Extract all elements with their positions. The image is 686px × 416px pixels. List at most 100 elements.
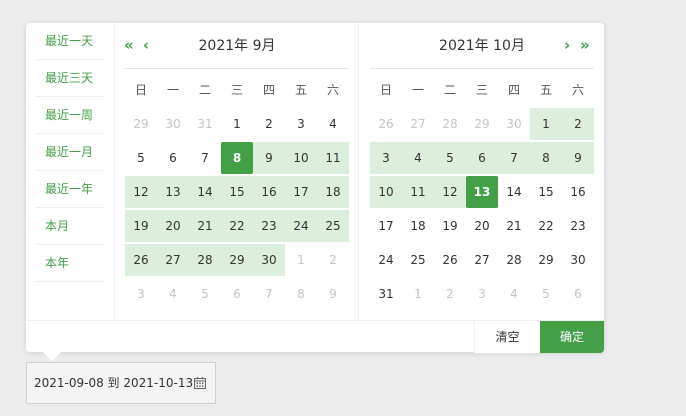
day-oct-16[interactable]: 16 <box>562 176 594 208</box>
day-oct-10[interactable]: 10 <box>370 176 402 208</box>
shortcut-this-month[interactable]: 本月 <box>36 208 104 245</box>
day-sep-1[interactable]: 1 <box>221 108 253 140</box>
day-oct-20[interactable]: 20 <box>466 210 498 242</box>
day-other-month[interactable]: 7 <box>253 278 285 310</box>
day-sep-11[interactable]: 11 <box>317 142 349 174</box>
day-sep-27[interactable]: 27 <box>157 244 189 276</box>
shortcut-last-year[interactable]: 最近一年 <box>36 171 104 208</box>
day-other-month[interactable]: 2 <box>434 278 466 310</box>
day-sep-6[interactable]: 6 <box>157 142 189 174</box>
day-other-month[interactable]: 1 <box>402 278 434 310</box>
day-sep-13[interactable]: 13 <box>157 176 189 208</box>
day-oct-6[interactable]: 6 <box>466 142 498 174</box>
day-oct-4[interactable]: 4 <box>402 142 434 174</box>
day-other-month[interactable]: 26 <box>370 108 402 140</box>
day-oct-23[interactable]: 23 <box>562 210 594 242</box>
day-other-month[interactable]: 31 <box>189 108 221 140</box>
day-sep-28[interactable]: 28 <box>189 244 221 276</box>
day-other-month[interactable]: 6 <box>562 278 594 310</box>
day-sep-20[interactable]: 20 <box>157 210 189 242</box>
day-other-month[interactable]: 27 <box>402 108 434 140</box>
day-sep-16[interactable]: 16 <box>253 176 285 208</box>
day-sep-30[interactable]: 30 <box>253 244 285 276</box>
day-other-month[interactable]: 5 <box>189 278 221 310</box>
day-oct-8[interactable]: 8 <box>530 142 562 174</box>
day-sep-23[interactable]: 23 <box>253 210 285 242</box>
day-sep-4[interactable]: 4 <box>317 108 349 140</box>
day-other-month[interactable]: 3 <box>125 278 157 310</box>
day-oct-19[interactable]: 19 <box>434 210 466 242</box>
calendar-panel-september: « ‹ 2021年 9月 日一二三四五六 29 30 31 1 2 3 4 5 6 7 8 9 10 11 1… <box>115 23 359 320</box>
day-oct-28[interactable]: 28 <box>498 244 530 276</box>
day-oct-3[interactable]: 3 <box>370 142 402 174</box>
day-sep-5[interactable]: 5 <box>125 142 157 174</box>
day-other-month[interactable]: 29 <box>125 108 157 140</box>
day-sep-21[interactable]: 21 <box>189 210 221 242</box>
next-month-button[interactable]: › <box>564 35 570 55</box>
day-oct-15[interactable]: 15 <box>530 176 562 208</box>
weekday-header: 四 <box>262 83 275 97</box>
day-sep-26[interactable]: 26 <box>125 244 157 276</box>
day-other-month[interactable]: 1 <box>285 244 317 276</box>
day-other-month[interactable]: 30 <box>498 108 530 140</box>
day-oct-24[interactable]: 24 <box>370 244 402 276</box>
day-sep-3[interactable]: 3 <box>285 108 317 140</box>
day-sep-9[interactable]: 9 <box>253 142 285 174</box>
clear-button[interactable]: 清空 <box>474 321 540 353</box>
shortcut-last-three-days[interactable]: 最近三天 <box>36 60 104 97</box>
shortcut-last-month[interactable]: 最近一月 <box>36 134 104 171</box>
day-oct-22[interactable]: 22 <box>530 210 562 242</box>
day-sep-7[interactable]: 7 <box>189 142 221 174</box>
weekday-header: 三 <box>230 83 243 97</box>
date-range-input[interactable]: 2021-09-08 到 2021-10-13 <box>26 362 216 404</box>
day-sep-18[interactable]: 18 <box>317 176 349 208</box>
day-oct-12[interactable]: 12 <box>434 176 466 208</box>
day-sep-12[interactable]: 12 <box>125 176 157 208</box>
day-other-month[interactable]: 6 <box>221 278 253 310</box>
confirm-button[interactable]: 确定 <box>540 321 604 353</box>
day-sep-14[interactable]: 14 <box>189 176 221 208</box>
day-oct-26[interactable]: 26 <box>434 244 466 276</box>
day-other-month[interactable]: 9 <box>317 278 349 310</box>
day-oct-5[interactable]: 5 <box>434 142 466 174</box>
weekday-header: 五 <box>294 83 307 97</box>
day-sep-29[interactable]: 29 <box>221 244 253 276</box>
day-oct-11[interactable]: 11 <box>402 176 434 208</box>
day-sep-24[interactable]: 24 <box>285 210 317 242</box>
day-sep-22[interactable]: 22 <box>221 210 253 242</box>
day-other-month[interactable]: 4 <box>498 278 530 310</box>
day-oct-21[interactable]: 21 <box>498 210 530 242</box>
shortcut-last-week[interactable]: 最近一周 <box>36 97 104 134</box>
day-oct-13[interactable]: 13 <box>466 176 498 208</box>
shortcut-this-year[interactable]: 本年 <box>36 245 104 282</box>
day-oct-29[interactable]: 29 <box>530 244 562 276</box>
day-oct-14[interactable]: 14 <box>498 176 530 208</box>
day-oct-9[interactable]: 9 <box>562 142 594 174</box>
day-sep-2[interactable]: 2 <box>253 108 285 140</box>
day-oct-17[interactable]: 17 <box>370 210 402 242</box>
day-oct-2[interactable]: 2 <box>562 108 594 140</box>
day-oct-31[interactable]: 31 <box>370 278 402 310</box>
day-oct-1[interactable]: 1 <box>530 108 562 140</box>
day-other-month[interactable]: 3 <box>466 278 498 310</box>
day-other-month[interactable]: 30 <box>157 108 189 140</box>
shortcut-last-day[interactable]: 最近一天 <box>36 23 104 60</box>
day-sep-17[interactable]: 17 <box>285 176 317 208</box>
day-sep-25[interactable]: 25 <box>317 210 349 242</box>
day-sep-15[interactable]: 15 <box>221 176 253 208</box>
day-oct-7[interactable]: 7 <box>498 142 530 174</box>
day-oct-27[interactable]: 27 <box>466 244 498 276</box>
day-other-month[interactable]: 2 <box>317 244 349 276</box>
day-oct-18[interactable]: 18 <box>402 210 434 242</box>
day-other-month[interactable]: 5 <box>530 278 562 310</box>
day-oct-30[interactable]: 30 <box>562 244 594 276</box>
day-other-month[interactable]: 8 <box>285 278 317 310</box>
day-other-month[interactable]: 28 <box>434 108 466 140</box>
day-other-month[interactable]: 29 <box>466 108 498 140</box>
next-year-button[interactable]: » <box>580 35 590 55</box>
day-other-month[interactable]: 4 <box>157 278 189 310</box>
day-sep-10[interactable]: 10 <box>285 142 317 174</box>
day-sep-19[interactable]: 19 <box>125 210 157 242</box>
day-oct-25[interactable]: 25 <box>402 244 434 276</box>
day-sep-8[interactable]: 8 <box>221 142 253 174</box>
